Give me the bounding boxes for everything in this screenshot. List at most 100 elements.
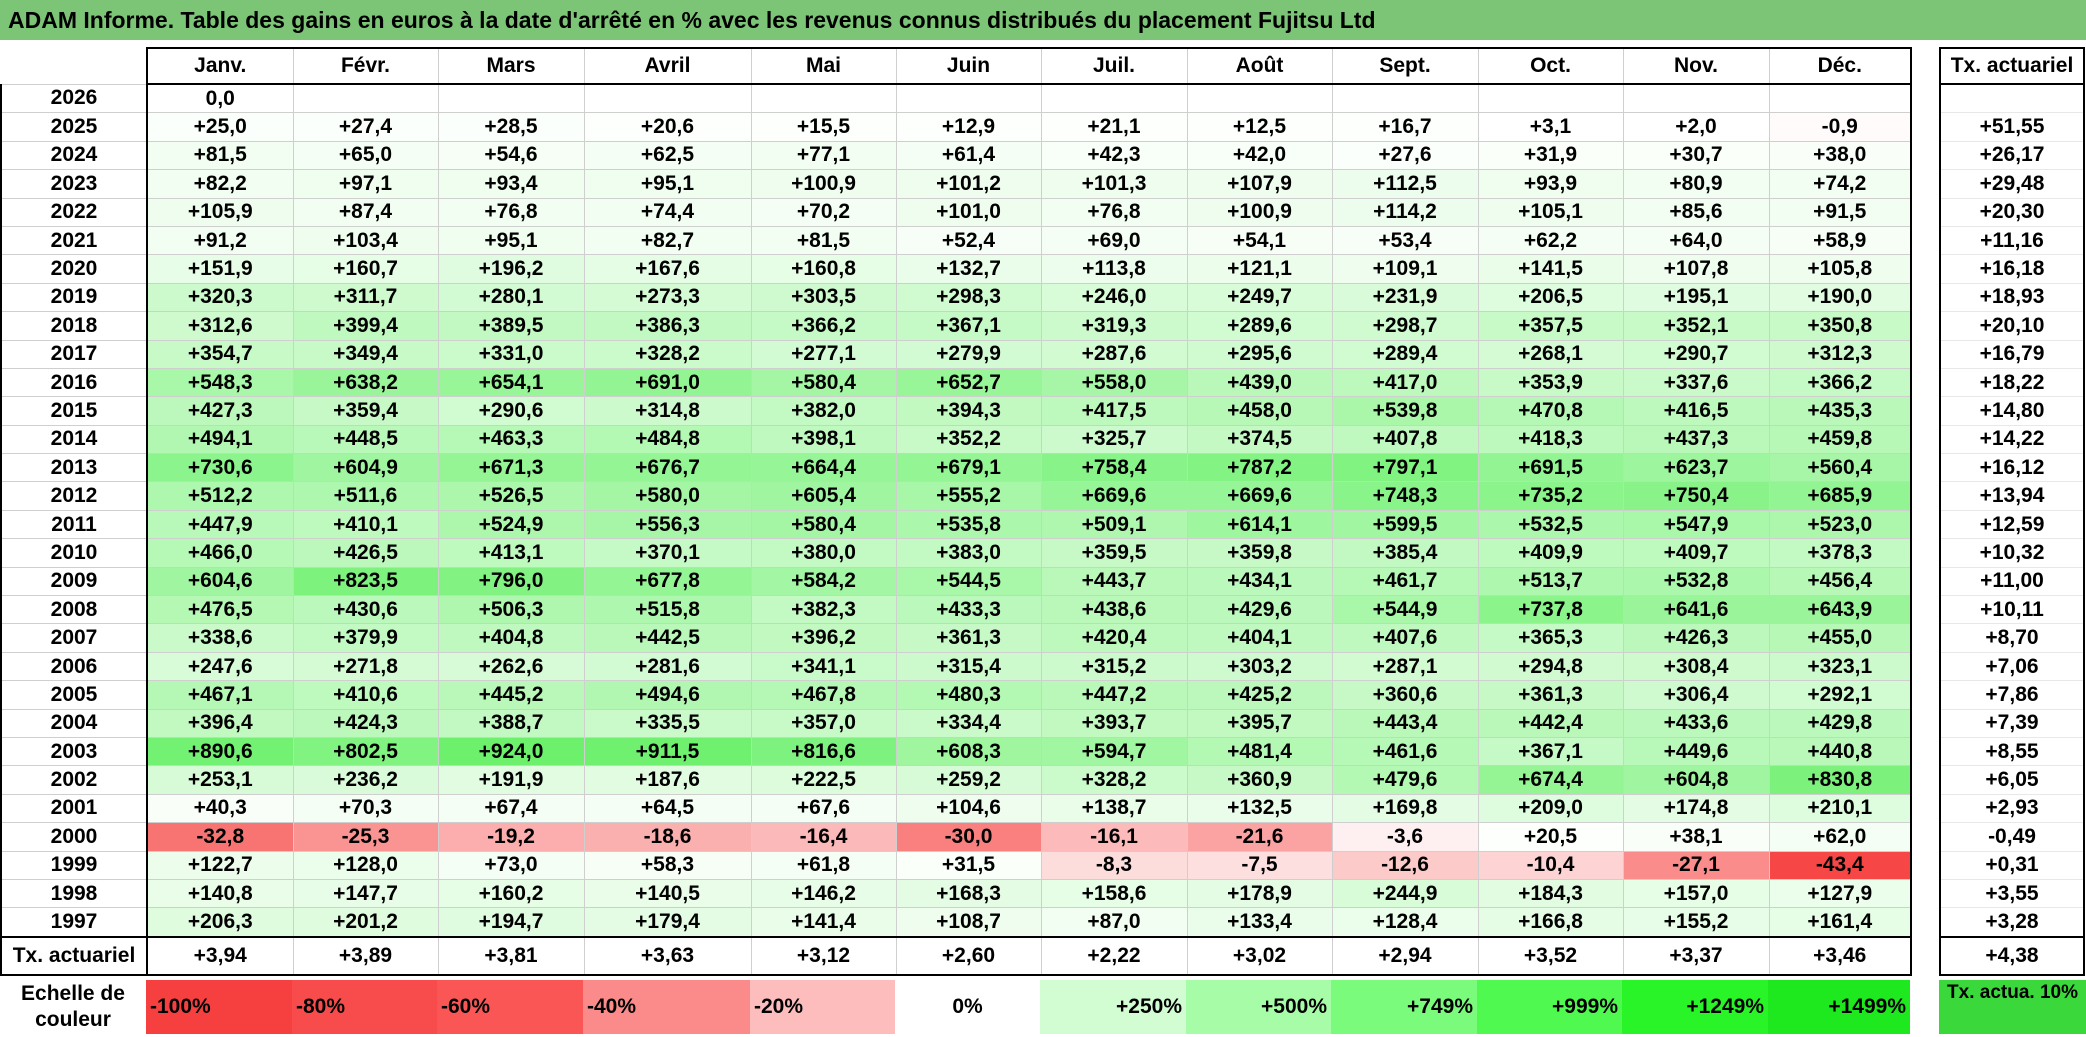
actuarial-rate-cell: +7,06 [1939,651,2085,682]
gain-cell: +437,3 [1622,424,1770,455]
gain-cell: +201,2 [292,907,439,938]
gain-cell: +76,8 [1040,197,1188,227]
gain-cell: +430,6 [292,595,439,625]
gain-cell: +357,5 [1477,311,1624,341]
gain-cell: +548,3 [146,367,294,398]
year-label: 2023 [0,169,148,199]
gain-cell: +614,1 [1186,509,1333,540]
gain-cell: +361,3 [1477,680,1624,710]
gain-cell: +396,2 [750,623,897,653]
gain-cell: +77,1 [750,140,897,171]
month-header-1: Janv. [146,47,294,85]
monthly-actuarial-cell: +3,37 [1622,935,1770,976]
gain-cell: +87,0 [1040,907,1188,938]
gain-cell: +389,5 [437,311,585,341]
actuarial-rate-cell: +10,11 [1939,595,2085,625]
gain-cell: +91,5 [1768,197,1912,227]
gain-cell: +222,5 [750,765,897,795]
gain-cell: +382,0 [750,396,897,426]
scale-swatch: +1499% [1768,980,1910,1034]
gain-cell: +82,2 [146,169,294,199]
gain-cell: +236,2 [292,765,439,795]
table-row: 2012 +512,2 +511,6 +526,5 +580,0 +605,4 +555,2… [0,481,1912,511]
gain-cell: +58,9 [1768,225,1912,256]
year-label: 1997 [0,907,148,938]
table-row: 2020 +151,9 +160,7 +196,2 +167,6 +160,8 +132,7… [0,254,1912,284]
gain-cell: +315,4 [895,651,1042,682]
gain-cell: +85,6 [1622,197,1770,227]
gain-cell: +409,9 [1477,538,1624,568]
gain-cell: +750,4 [1622,481,1770,511]
gain-cell: +523,0 [1768,509,1912,540]
monthly-actuarial-cell: +2,60 [895,935,1042,976]
gain-cell: +247,6 [146,651,294,682]
gain-cell: +604,8 [1622,765,1770,795]
gain-cell: +20,5 [1477,822,1624,852]
gain-cell: +93,4 [437,169,585,199]
gain-cell: +73,0 [437,850,585,880]
table-row: 2009 +604,6 +823,5 +796,0 +677,8 +584,2 +544,5… [0,566,1912,597]
gain-cell: +30,7 [1622,140,1770,171]
gain-cell: +42,0 [1186,140,1333,171]
gain-cell: +426,5 [292,538,439,568]
gain-cell: +461,7 [1331,566,1479,597]
gains-table: Janv. Févr. Mars Avril Mai Juin Juil. Août Sept.… [0,47,1912,976]
gain-cell: +184,3 [1477,878,1624,909]
gain-cell: +100,9 [1186,197,1333,227]
gain-cell: +62,5 [583,140,752,171]
gain-cell: +674,4 [1477,765,1624,795]
gain-cell: +555,2 [895,481,1042,511]
gain-cell: -16,4 [750,822,897,852]
actuarial-rate-cell: +16,12 [1939,453,2085,483]
gain-cell: +81,5 [146,140,294,171]
gain-cell: +295,6 [1186,339,1333,369]
gain-cell: +367,1 [895,311,1042,341]
gain-cell: +2,0 [1622,112,1770,142]
gain-cell: +290,6 [437,396,585,426]
gain-cell: +506,3 [437,595,585,625]
gain-cell: +455,0 [1768,623,1912,653]
month-header-12: Déc. [1768,47,1912,85]
month-header-9: Sept. [1331,47,1479,85]
gain-cell: +334,4 [895,708,1042,738]
gain-cell: +359,4 [292,396,439,426]
gain-cell: +758,4 [1040,453,1188,483]
gain-cell: +312,6 [146,311,294,341]
gain-cell: -21,6 [1186,822,1333,852]
gain-cell: +641,6 [1622,595,1770,625]
gain-cell: +268,1 [1477,339,1624,369]
gain-cell: +141,5 [1477,254,1624,284]
gain-cell: +155,2 [1622,907,1770,938]
gain-cell: +54,6 [437,140,585,171]
gain-cell: +67,4 [437,793,585,824]
gain-cell: +157,0 [1622,878,1770,909]
gain-cell: +407,6 [1331,623,1479,653]
scale-swatch: +999% [1477,980,1622,1034]
gain-cell: +443,7 [1040,566,1188,597]
gain-cell: +54,1 [1186,225,1333,256]
gain-cell: +580,0 [583,481,752,511]
gain-cell: +74,4 [583,197,752,227]
gain-cell: +359,8 [1186,538,1333,568]
gain-cell: +393,7 [1040,708,1188,738]
actuarial-rate-cell: +11,00 [1939,566,2085,597]
overall-actuarial-cell: +4,38 [1939,935,2085,976]
gain-cell [437,83,585,114]
gain-cell: +294,8 [1477,651,1624,682]
gain-cell: +169,8 [1331,793,1479,824]
actuarial-rate-cell: +13,94 [1939,481,2085,511]
monthly-actuarial-cell: +3,94 [146,935,294,976]
gain-cell: +93,9 [1477,169,1624,199]
gain-cell: +160,8 [750,254,897,284]
table-row: 1998 +140,8 +147,7 +160,2 +140,5 +146,2 +168,3… [0,878,1912,909]
gain-cell: -12,6 [1331,850,1479,880]
table-row: 1999 +122,7 +128,0 +73,0 +58,3 +61,8 +31,5 -8,3… [0,850,1912,880]
gain-cell: +231,9 [1331,282,1479,313]
gain-cell: +160,7 [292,254,439,284]
gain-cell: -19,2 [437,822,585,852]
gain-cell: +195,1 [1622,282,1770,313]
gain-cell [1477,83,1624,114]
scale-swatch: -40% [583,980,750,1034]
table-row: 2021 +91,2 +103,4 +95,1 +82,7 +81,5 +52,4 +69,0… [0,225,1912,256]
gain-cell: +664,4 [750,453,897,483]
